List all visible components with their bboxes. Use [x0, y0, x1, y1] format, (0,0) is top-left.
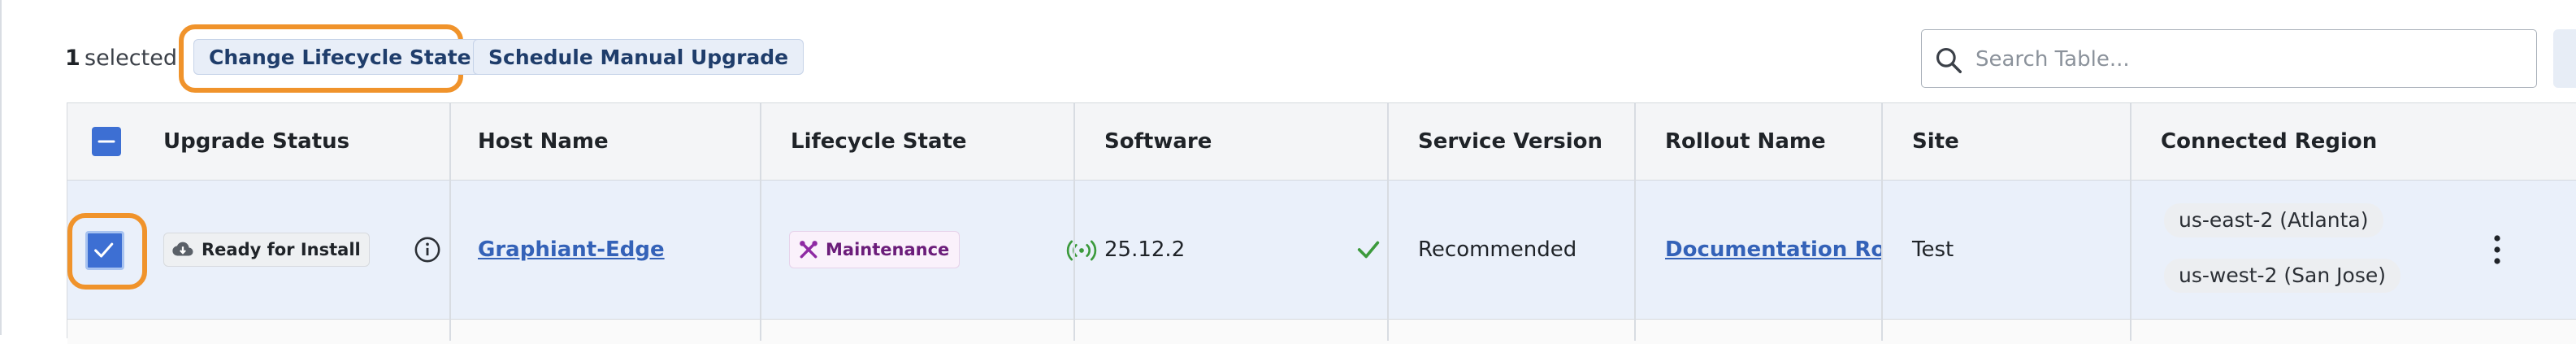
col-service-version[interactable]: Service Version: [1418, 103, 1602, 180]
change-lifecycle-state-button[interactable]: Change Lifecycle State: [193, 39, 487, 75]
col-upgrade-status[interactable]: Upgrade Status: [163, 103, 349, 180]
lifecycle-state-badge: Maintenance: [789, 231, 961, 268]
col-software[interactable]: Software: [1104, 103, 1212, 180]
cloud-download-icon: [172, 242, 193, 256]
devices-table: Upgrade Status Host Name Lifecycle State…: [67, 102, 2576, 344]
upgrade-status-badge: Ready for Install: [163, 233, 370, 267]
col-lifecycle-state[interactable]: Lifecycle State: [791, 103, 967, 180]
table-toolbar: 1 selected Change Lifecycle State Schedu…: [65, 24, 2576, 93]
col-site[interactable]: Site: [1912, 103, 1959, 180]
region-chip: us-east-2 (Atlanta): [2164, 203, 2383, 237]
software-version: 25.12.2: [1104, 237, 1186, 262]
page-left-border: [0, 0, 2, 335]
col-rollout-name[interactable]: Rollout Name: [1665, 103, 1826, 180]
service-version: Recommended: [1418, 237, 1577, 262]
row-checkbox[interactable]: [85, 231, 124, 270]
col-connected-region[interactable]: Connected Region: [2161, 103, 2377, 180]
vertical-dots-icon: [2553, 29, 2576, 88]
select-all-checkbox[interactable]: [92, 127, 121, 156]
check-icon: [1357, 241, 1380, 259]
search-input[interactable]: [1974, 40, 2513, 79]
column-divider: [1073, 103, 1075, 341]
col-host-name[interactable]: Host Name: [478, 103, 609, 180]
table-header: Upgrade Status Host Name Lifecycle State…: [67, 103, 2576, 181]
lifecycle-state-text: Maintenance: [826, 240, 950, 259]
table-row-partial: [67, 320, 2576, 344]
rollout-name-link[interactable]: Documentation Rollout: [1665, 237, 1883, 262]
column-divider: [1387, 103, 1389, 341]
selected-label: selected: [85, 46, 177, 71]
column-divider: [2130, 103, 2131, 341]
upgrade-status-text: Ready for Install: [202, 240, 361, 259]
checkmark-icon: [94, 242, 114, 258]
host-name-link[interactable]: Graphiant-Edge: [478, 237, 665, 262]
column-divider: [760, 103, 761, 341]
search-box: [1921, 29, 2537, 88]
table-options-button[interactable]: [2553, 29, 2576, 88]
column-divider: [1881, 103, 1883, 341]
search-icon: [1936, 47, 1962, 73]
broadcast-signal-icon: [1066, 240, 1097, 261]
indeterminate-icon: [98, 140, 115, 143]
selected-count: 1: [65, 46, 80, 71]
column-divider: [449, 103, 451, 341]
table-row[interactable]: Ready for Install Graphiant-Edge Mainten…: [67, 181, 2576, 320]
info-icon[interactable]: [414, 236, 441, 263]
region-chip: us-west-2 (San Jose): [2164, 259, 2400, 293]
column-divider: [1634, 103, 1636, 341]
tools-icon: [800, 241, 817, 259]
site-name: Test: [1912, 237, 1954, 262]
schedule-manual-upgrade-button[interactable]: Schedule Manual Upgrade: [473, 39, 804, 75]
row-actions-icon[interactable]: [2487, 230, 2507, 269]
